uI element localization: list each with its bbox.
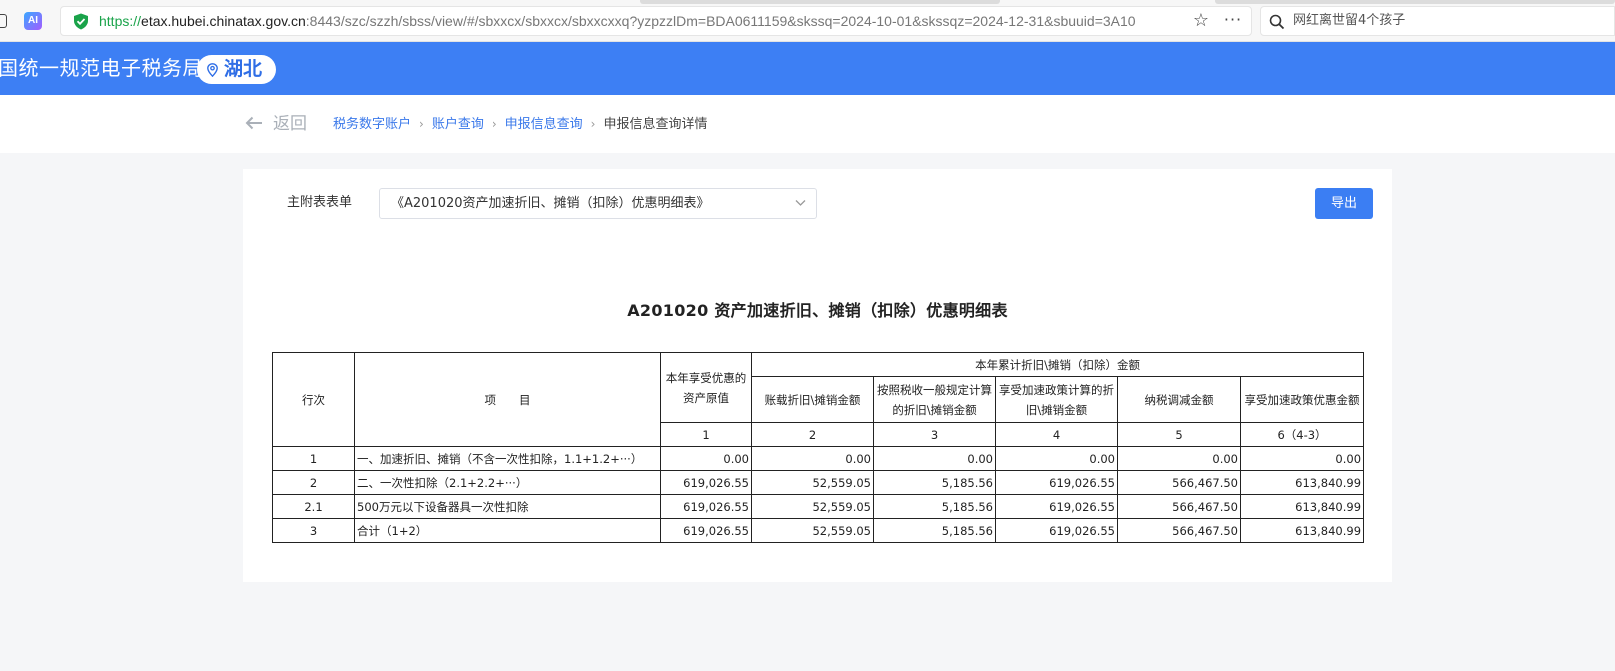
cell-value: 0.00 — [873, 446, 996, 471]
cell-value: 619,026.55 — [660, 518, 752, 543]
tab-strip-edge — [640, 0, 1000, 4]
back-label: 返回 — [273, 114, 307, 134]
site-title: 国统一规范电子税务局 — [0, 56, 203, 80]
cell-value: 619,026.55 — [660, 470, 752, 495]
chevron-right-icon: › — [491, 117, 497, 131]
back-button[interactable]: 返回 — [245, 111, 307, 137]
bookmark-star-icon[interactable]: ☆ — [1191, 11, 1211, 31]
breadcrumb-declaration-query[interactable]: 申报信息查询 — [505, 117, 583, 132]
arrow-left-icon — [245, 116, 262, 130]
detail-card: 主附表表单 《A201020资产加速折旧、摊销（扣除）优惠明细表》 导出 A20… — [243, 169, 1392, 582]
cell-value: 566,467.50 — [1117, 518, 1241, 543]
header-item: 项 目 — [354, 352, 661, 447]
cell-value: 566,467.50 — [1117, 470, 1241, 495]
col-number: 1 — [660, 422, 752, 447]
chevron-right-icon: › — [419, 117, 424, 131]
cell-value: 619,026.55 — [995, 518, 1118, 543]
cell-value: 0.00 — [1117, 446, 1241, 471]
location-pin-icon — [207, 63, 218, 77]
url-text[interactable]: https://etax.hubei.chinatax.gov.cn:8443/… — [99, 7, 1189, 35]
url-scheme: https:// — [99, 13, 142, 29]
cell-value: 619,026.55 — [995, 470, 1118, 495]
search-icon — [1269, 14, 1285, 30]
cell-value: 0.00 — [1239, 446, 1365, 471]
row-no: 2.1 — [272, 494, 355, 519]
browser-toolbar: AI https://etax.hubei.chinatax.gov.cn:84… — [0, 0, 1615, 42]
cell-value: 619,026.55 — [660, 494, 752, 519]
cell-value: 52,559.05 — [751, 470, 874, 495]
header-accel-benefit: 享受加速政策优惠金额 — [1239, 376, 1365, 423]
row-no: 1 — [272, 446, 355, 471]
site-header: 国统一规范电子税务局 湖北 — [0, 42, 1615, 95]
col-number: 5 — [1117, 422, 1241, 447]
cell-value: 0.00 — [660, 446, 752, 471]
region-selector[interactable]: 湖北 — [197, 55, 277, 84]
cell-value: 613,840.99 — [1239, 494, 1365, 519]
row-item: 500万元以下设备器具一次性扣除 — [354, 494, 661, 519]
header-general-depr: 按照税收一般规定计算的折旧\摊销金额 — [873, 376, 996, 423]
cell-value: 613,840.99 — [1239, 470, 1365, 495]
ai-assistant-icon[interactable]: AI — [24, 12, 42, 30]
form-select-value: 《A201020资产加速折旧、摊销（扣除）优惠明细表》 — [391, 196, 710, 211]
url-path: :8443/szc/szzh/sbss/view/#/sbxxcx/sbxxcx… — [305, 13, 1136, 29]
cell-value: 0.00 — [751, 446, 874, 471]
breadcrumb-current: 申报信息查询详情 — [603, 117, 708, 132]
export-button[interactable]: 导出 — [1315, 188, 1373, 219]
cell-value: 0.00 — [995, 446, 1118, 471]
table-row: 2 二、一次性扣除（2.1+2.2+···） 619,026.55 52,559… — [272, 470, 1365, 495]
form-select-label: 主附表表单 — [287, 195, 353, 210]
cell-value: 5,185.56 — [873, 518, 996, 543]
address-bar[interactable]: https://etax.hubei.chinatax.gov.cn:8443/… — [60, 6, 1252, 36]
more-options-icon[interactable]: ··· — [1223, 11, 1243, 31]
row-no: 3 — [272, 518, 355, 543]
table-row: 2.1 500万元以下设备器具一次性扣除 619,026.55 52,559.0… — [272, 494, 1365, 519]
row-no: 2 — [272, 470, 355, 495]
table-row: 3 合计（1+2） 619,026.55 52,559.05 5,185.56 … — [272, 518, 1365, 543]
row-item: 合计（1+2） — [354, 518, 661, 543]
cell-value: 52,559.05 — [751, 494, 874, 519]
cell-value: 613,840.99 — [1239, 518, 1365, 543]
tab-strip-edge — [1215, 0, 1615, 4]
cell-value: 566,467.50 — [1117, 494, 1241, 519]
header-book-depr: 账载折旧\摊销金额 — [751, 376, 874, 423]
browser-search-box[interactable]: 网红离世留4个孩子 — [1260, 6, 1615, 36]
col-number: 3 — [873, 422, 996, 447]
form-select[interactable]: 《A201020资产加速折旧、摊销（扣除）优惠明细表》 — [379, 188, 817, 219]
page-icon[interactable] — [0, 14, 7, 28]
row-item: 二、一次性扣除（2.1+2.2+···） — [354, 470, 661, 495]
breadcrumb-tax-account[interactable]: 税务数字账户 — [333, 117, 411, 132]
region-label: 湖北 — [224, 58, 263, 80]
breadcrumb: 税务数字账户 › 账户查询 › 申报信息查询 › 申报信息查询详情 — [333, 111, 708, 137]
chevron-right-icon: › — [590, 117, 596, 131]
table-row: 1 一、加速折旧、摊销（不含一次性扣除，1.1+1.2+···） 0.00 0.… — [272, 446, 1365, 471]
cell-value: 5,185.56 — [873, 494, 996, 519]
header-original-value: 本年享受优惠的资产原值 — [660, 352, 752, 423]
header-row-no: 行次 — [272, 352, 355, 447]
breadcrumb-account-query[interactable]: 账户查询 — [432, 117, 484, 132]
cell-value: 5,185.56 — [873, 470, 996, 495]
col-number: 6（4-3） — [1239, 422, 1365, 447]
chevron-down-icon — [795, 200, 806, 206]
col-number: 4 — [995, 422, 1118, 447]
header-accel-depr: 享受加速政策计算的折旧\摊销金额 — [995, 376, 1118, 423]
row-item: 一、加速折旧、摊销（不含一次性扣除，1.1+1.2+···） — [354, 446, 661, 471]
search-suggestion[interactable]: 网红离世留4个孩子 — [1293, 7, 1405, 35]
secure-shield-icon — [74, 13, 88, 30]
header-tax-adjust: 纳税调减金额 — [1117, 376, 1241, 423]
depreciation-table: 行次 项 目 本年享受优惠的资产原值 本年累计折旧\摊销（扣除）金额 账载折旧\… — [272, 352, 1365, 543]
cell-value: 52,559.05 — [751, 518, 874, 543]
header-accumulated-group: 本年累计折旧\摊销（扣除）金额 — [750, 352, 1365, 377]
cell-value: 619,026.55 — [995, 494, 1118, 519]
breadcrumb-bar: 返回 税务数字账户 › 账户查询 › 申报信息查询 › 申报信息查询详情 — [0, 95, 1615, 153]
table-title: A201020 资产加速折旧、摊销（扣除）优惠明细表 — [627, 301, 1008, 320]
url-host: etax.hubei.chinatax.gov.cn — [141, 13, 306, 29]
col-number: 2 — [751, 422, 874, 447]
